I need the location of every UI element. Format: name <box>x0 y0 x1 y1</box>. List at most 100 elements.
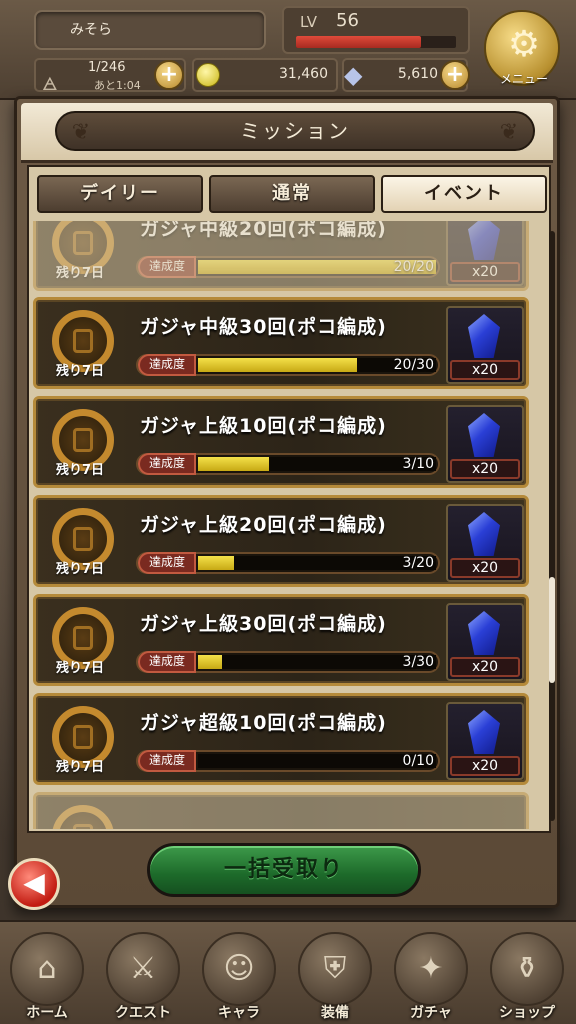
nav-label: キャラ <box>218 1005 260 1021</box>
reward-box: x20 <box>446 504 524 582</box>
title-plate: ❦ ミッション ❦ <box>55 111 535 151</box>
level-label: LV <box>300 13 317 31</box>
player-name: みそら <box>34 10 266 50</box>
nav-quest[interactable]: ⚔ クエスト <box>98 932 188 1024</box>
reward-box: x20 <box>446 702 524 780</box>
mission-progress: 達成度 20/30 <box>136 354 440 376</box>
progress-fill <box>198 457 270 471</box>
crystal-icon <box>468 710 500 754</box>
mission-days-left: 残り7日 <box>56 562 105 577</box>
progress-label: 達成度 <box>138 651 196 673</box>
progress-label: 達成度 <box>138 453 196 475</box>
reward-quantity: x20 <box>450 558 520 578</box>
nav-shop[interactable]: ⚱ ショップ <box>482 932 572 1024</box>
crystal-icon <box>468 314 500 358</box>
mission-days-left: 残り7日 <box>56 463 105 478</box>
stamina-count: 1/246 <box>88 60 126 75</box>
crystal-icon <box>468 611 500 655</box>
scrollbar[interactable] <box>549 231 555 821</box>
mission-title: ガジャ上級30回(ポコ編成) <box>140 613 387 635</box>
mission-days-left: 残り7日 <box>56 266 105 281</box>
mission-days-left: 残り7日 <box>56 760 105 775</box>
progress-text: 0/10 <box>402 753 434 769</box>
nav-label: クエスト <box>115 1005 171 1021</box>
mission-tabs: デイリー 通常 イベント <box>37 175 547 215</box>
progress-track <box>198 556 436 570</box>
claim-all-button[interactable]: 一括受取り <box>147 843 421 897</box>
reward-box: x20 <box>446 405 524 483</box>
reward-box: x20 <box>446 221 524 286</box>
mission-item[interactable]: 残り7日 ガジャ上級10回(ポコ編成) 達成度 3/10 x20 <box>33 396 529 488</box>
gear-icon: ⚙ <box>507 24 541 65</box>
mission-days-left: 残り7日 <box>56 661 105 676</box>
mission-progress: 達成度 3/10 <box>136 453 440 475</box>
level-panel: LV 56 <box>282 6 470 54</box>
level-value: 56 <box>336 10 359 31</box>
stamina-timer: あと1:04 <box>94 79 141 92</box>
reward-box: x20 <box>446 603 524 681</box>
mission-item[interactable]: 残り7日 ガジャ上級30回(ポコ編成) 達成度 3/30 x20 <box>33 594 529 686</box>
gem-value: 5,610 <box>397 66 438 82</box>
mission-item-partial[interactable] <box>33 792 529 829</box>
reward-quantity: x20 <box>450 360 520 380</box>
stamina-plus-button[interactable]: + <box>154 60 184 90</box>
gem-plus-button[interactable]: + <box>440 60 470 90</box>
mission-item[interactable]: 残り7日 ガジャ中級30回(ポコ編成) 達成度 20/30 x20 <box>33 297 529 389</box>
reward-quantity: x20 <box>450 756 520 776</box>
mission-progress: 達成度 0/10 <box>136 750 440 772</box>
coin-panel: 31,460 <box>192 58 338 92</box>
reward-quantity: x20 <box>450 262 520 282</box>
mission-item[interactable]: 残り7日 ガジャ超級10回(ポコ編成) 達成度 0/10 x20 <box>33 693 529 785</box>
character-icon: ☺ <box>202 932 276 1006</box>
mission-title: ガジャ上級10回(ポコ編成) <box>140 415 387 437</box>
progress-label: 達成度 <box>138 750 196 772</box>
mission-title: ガジャ上級20回(ポコ編成) <box>140 514 387 536</box>
mission-days-left: 残り7日 <box>56 364 105 379</box>
nav-label: ガチャ <box>410 1005 452 1021</box>
progress-text: 20/30 <box>393 357 434 373</box>
mission-list[interactable]: 残り7日 ガジャ中級20回(ポコ編成) 達成度 20/20 x20 残り7日 ガ… <box>33 221 543 829</box>
back-button[interactable]: ◀ <box>0 852 66 914</box>
reward-box: x20 <box>446 306 524 384</box>
coin-value: 31,460 <box>279 66 328 82</box>
mission-panel: ❦ ミッション ❦ デイリー 通常 イベント 残り7日 ガジャ中級20回(ポコ編… <box>14 96 560 908</box>
back-arrow-icon: ◀ <box>8 858 60 910</box>
mission-progress: 達成度 3/30 <box>136 651 440 673</box>
mission-progress: 達成度 20/20 <box>136 256 440 278</box>
menu-button[interactable]: ⚙ メニュー <box>484 10 560 86</box>
gem-icon: ◆ <box>344 61 363 89</box>
mission-progress: 達成度 3/20 <box>136 552 440 574</box>
nav-character[interactable]: ☺ キャラ <box>194 932 284 1024</box>
tab-event[interactable]: イベント <box>381 175 547 213</box>
tab-daily[interactable]: デイリー <box>37 175 203 213</box>
mission-item[interactable]: 残り7日 ガジャ上級20回(ポコ編成) 達成度 3/20 x20 <box>33 495 529 587</box>
mission-title: ガジャ中級30回(ポコ編成) <box>140 316 387 338</box>
crystal-icon <box>468 221 500 260</box>
nav-home[interactable]: ⌂ ホーム <box>2 932 92 1024</box>
nav-equipment[interactable]: ⛨ 装備 <box>290 932 380 1024</box>
progress-text: 3/10 <box>402 456 434 472</box>
shop-icon: ⚱ <box>490 932 564 1006</box>
mission-title: ガジャ超級10回(ポコ編成) <box>140 712 387 734</box>
progress-label: 達成度 <box>138 354 196 376</box>
tab-normal[interactable]: 通常 <box>209 175 375 213</box>
exp-bar-fill <box>296 36 421 48</box>
panel-header: ❦ ミッション ❦ <box>21 103 553 163</box>
crystal-icon <box>468 512 500 556</box>
coin-icon <box>196 63 220 87</box>
panel-body: デイリー 通常 イベント 残り7日 ガジャ中級20回(ポコ編成) 達成度 20/… <box>27 165 555 833</box>
nav-label: ホーム <box>26 1005 68 1021</box>
progress-label: 達成度 <box>138 256 196 278</box>
nav-gacha[interactable]: ✦ ガチャ <box>386 932 476 1024</box>
progress-fill <box>198 655 222 669</box>
mission-item[interactable]: 残り7日 ガジャ中級20回(ポコ編成) 達成度 20/20 x20 <box>33 221 529 291</box>
progress-text: 20/20 <box>393 259 434 275</box>
reward-quantity: x20 <box>450 657 520 677</box>
bottom-nav: ⌂ ホーム ⚔ クエスト ☺ キャラ ⛨ 装備 ✦ ガチャ ⚱ ショップ <box>0 920 576 1024</box>
swirl-ornament-right: ❦ <box>499 120 519 145</box>
exp-bar <box>296 36 456 48</box>
nav-label: 装備 <box>321 1005 349 1021</box>
progress-text: 3/30 <box>402 654 434 670</box>
menu-label: メニュー <box>499 72 548 86</box>
scrollbar-thumb[interactable] <box>549 577 555 683</box>
